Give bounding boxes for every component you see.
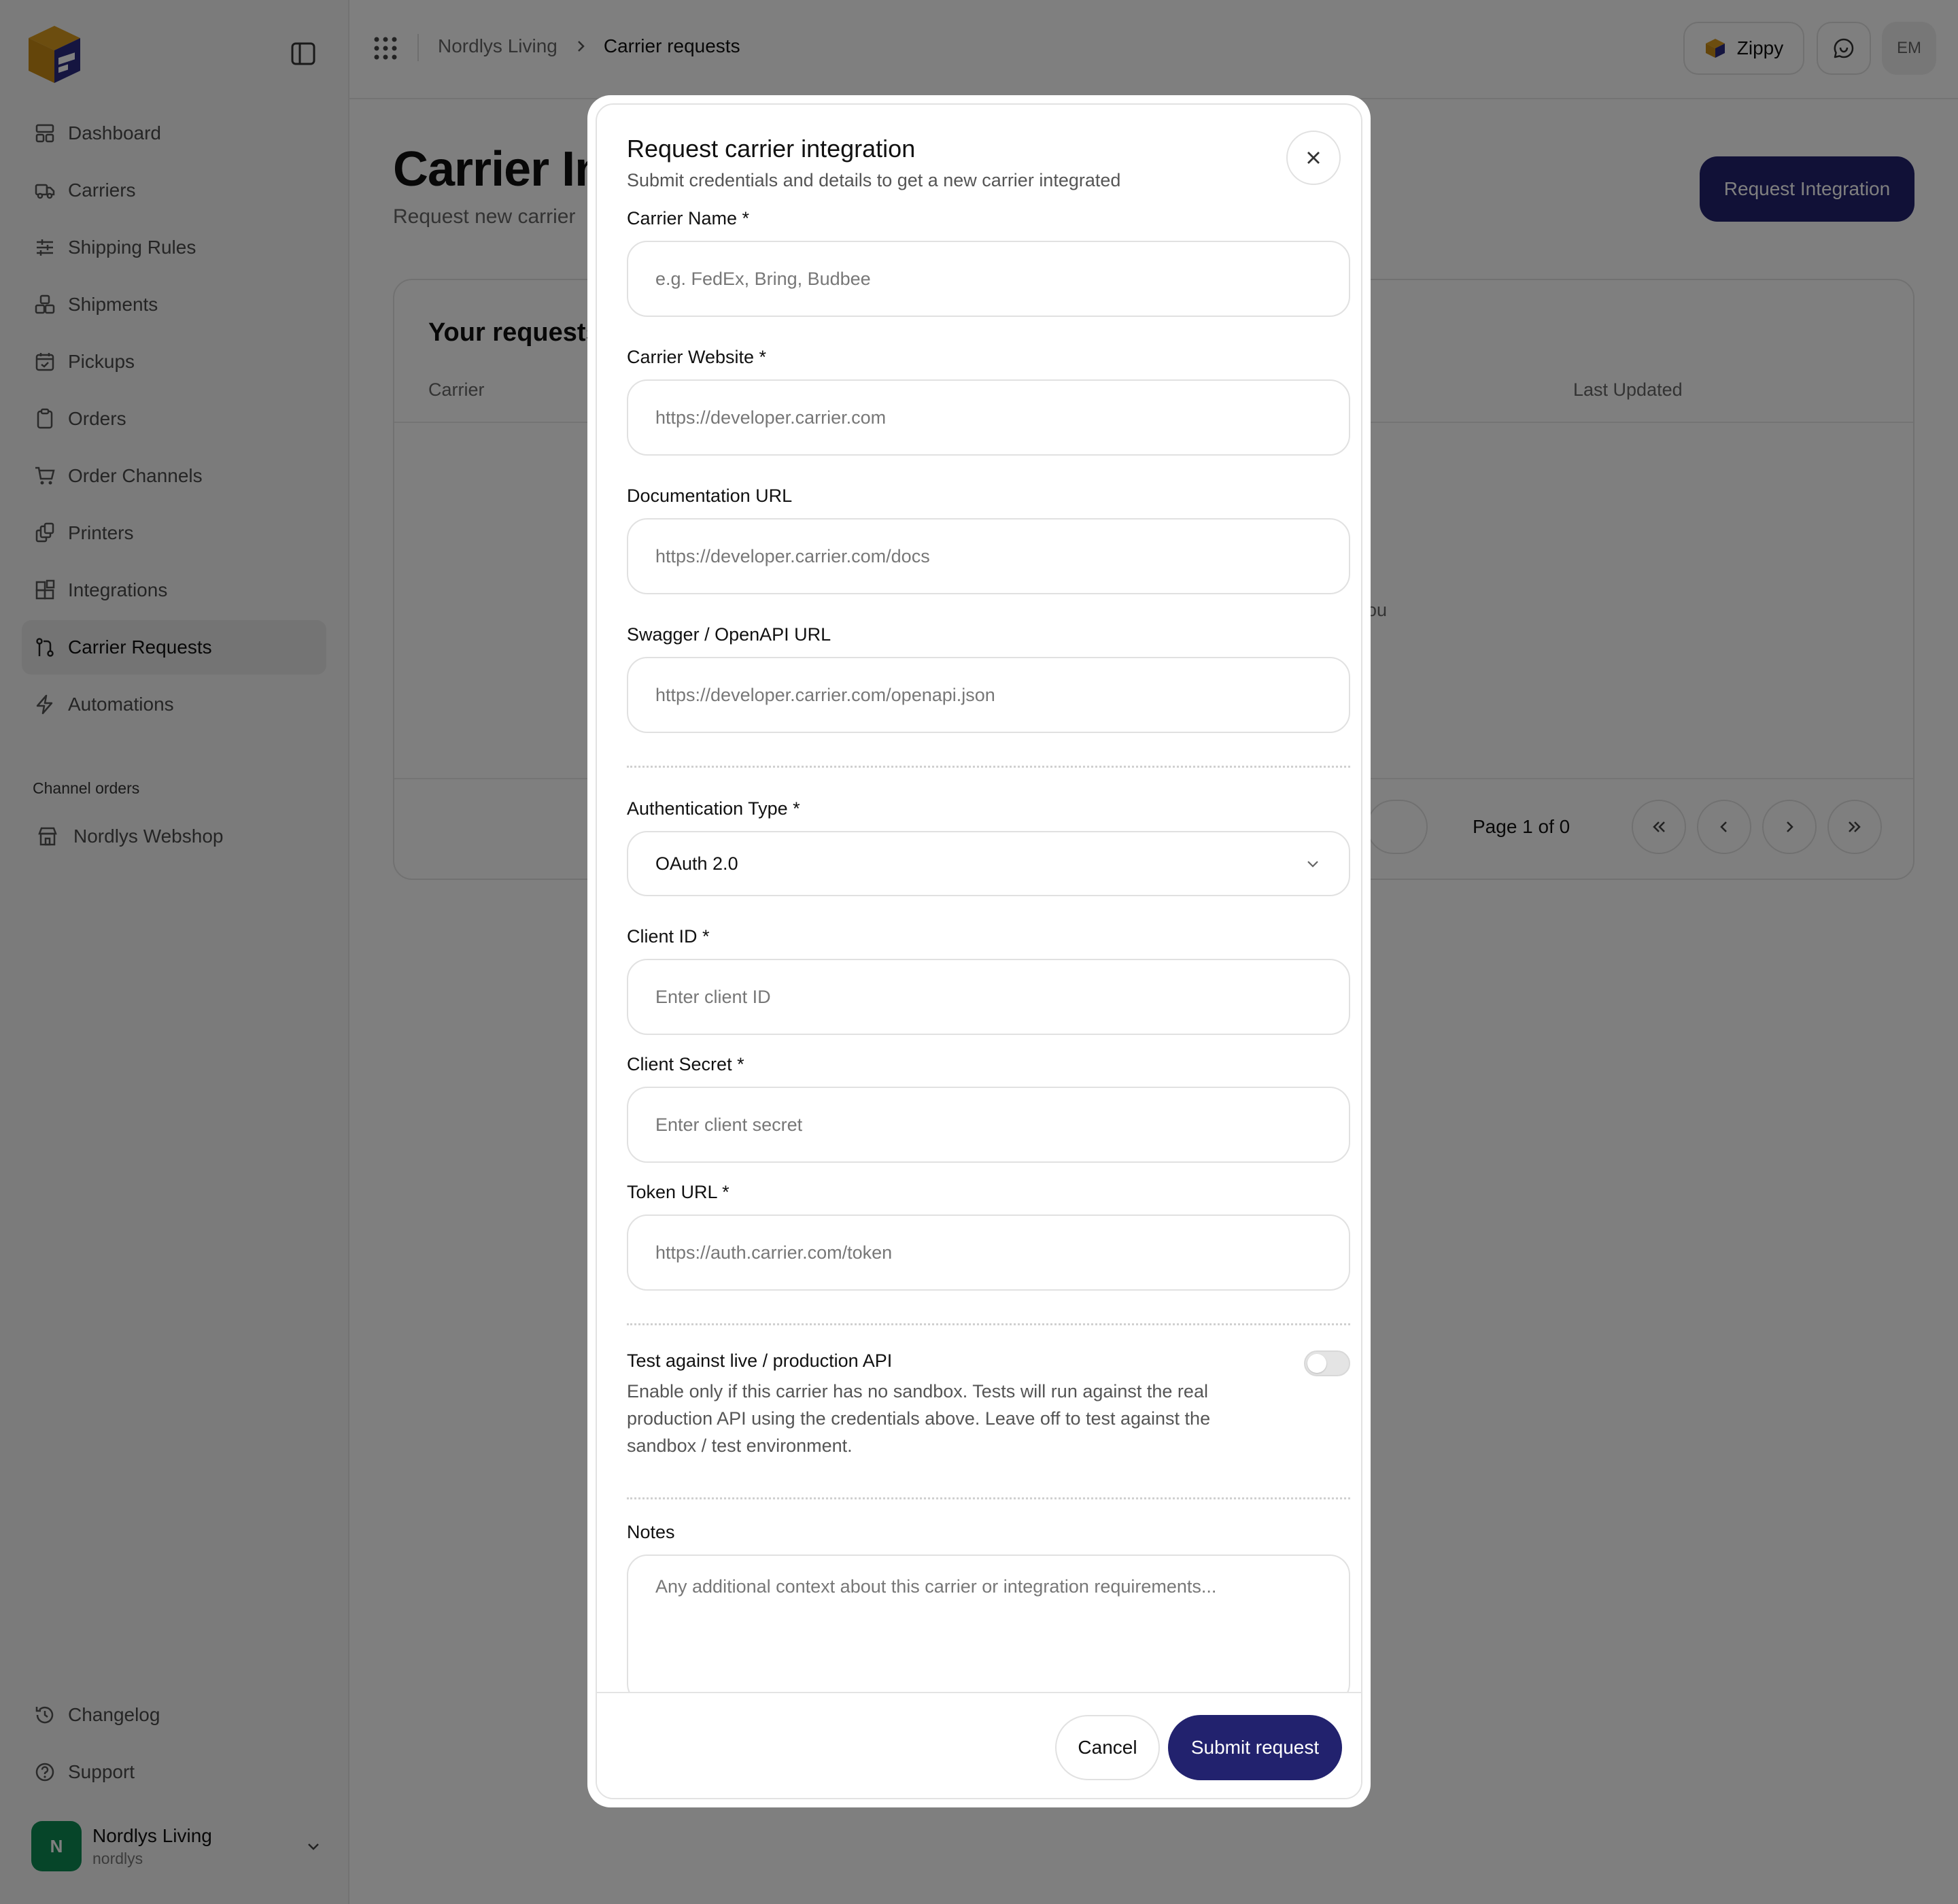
auth-type-select[interactable]: OAuth 2.0 [627,831,1350,896]
swagger-url-input[interactable] [627,657,1350,733]
chevron-down-icon [1304,855,1322,872]
section-divider [627,1497,1350,1499]
client-secret-input[interactable] [627,1087,1350,1163]
section-divider [627,766,1350,768]
notes-textarea[interactable] [627,1554,1350,1704]
dialog-title: Request carrier integration [627,135,916,163]
section-divider [627,1323,1350,1325]
toggle-knob [1307,1354,1326,1373]
documentation-url-label: Documentation URL [627,486,793,506]
dialog-footer: Cancel Submit request [597,1692,1361,1798]
carrier-website-label: Carrier Website * [627,347,767,367]
client-id-label: Client ID * [627,926,710,947]
live-api-toggle-title: Test against live / production API [627,1350,893,1371]
close-icon [1303,147,1324,169]
close-button[interactable] [1286,131,1341,185]
auth-type-label: Authentication Type * [627,798,800,819]
cancel-button[interactable]: Cancel [1055,1715,1160,1780]
dialog-description: Submit credentials and details to get a … [627,170,1121,190]
notes-label: Notes [627,1522,675,1542]
auth-type-value: OAuth 2.0 [655,853,738,874]
submit-request-button[interactable]: Submit request [1168,1715,1342,1780]
carrier-name-label: Carrier Name * [627,208,750,228]
documentation-url-input[interactable] [627,518,1350,594]
request-integration-dialog: Request carrier integration Submit crede… [587,95,1371,1807]
token-url-label: Token URL * [627,1182,729,1202]
live-api-toggle-description: Enable only if this carrier has no sandb… [627,1381,1211,1456]
carrier-website-input[interactable] [627,379,1350,456]
carrier-name-input[interactable] [627,241,1350,317]
token-url-input[interactable] [627,1214,1350,1291]
client-id-input[interactable] [627,959,1350,1035]
dialog-content: Request carrier integration Submit crede… [596,103,1362,1799]
client-secret-label: Client Secret * [627,1054,744,1074]
live-api-toggle[interactable] [1304,1350,1350,1376]
swagger-url-label: Swagger / OpenAPI URL [627,624,831,645]
